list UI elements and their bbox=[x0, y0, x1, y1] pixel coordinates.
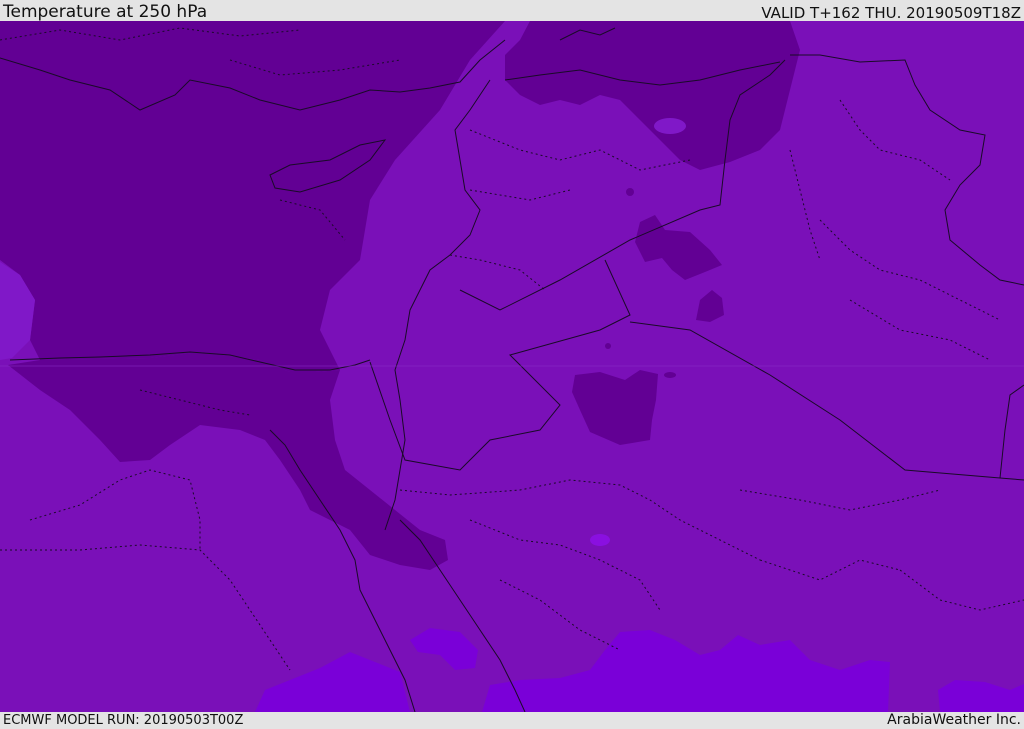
warm-patch-sahara bbox=[590, 534, 610, 546]
credit-label: ArabiaWeather Inc. bbox=[887, 712, 1021, 728]
cold-blob-small-2 bbox=[605, 343, 611, 349]
footer-bar: ECMWF MODEL RUN: 20190503T00Z ArabiaWeat… bbox=[0, 712, 1024, 729]
header-bar: Temperature at 250 hPa VALID T+162 THU. … bbox=[0, 0, 1024, 22]
valid-time: VALID T+162 THU. 20190509T18Z bbox=[761, 4, 1021, 22]
cold-blob-small-1 bbox=[626, 188, 634, 196]
temperature-map bbox=[0, 21, 1024, 712]
warm-patch-north bbox=[654, 118, 686, 134]
map-title: Temperature at 250 hPa bbox=[3, 2, 208, 22]
model-run: ECMWF MODEL RUN: 20190503T00Z bbox=[3, 713, 244, 728]
cold-blob-small-3 bbox=[664, 372, 676, 378]
